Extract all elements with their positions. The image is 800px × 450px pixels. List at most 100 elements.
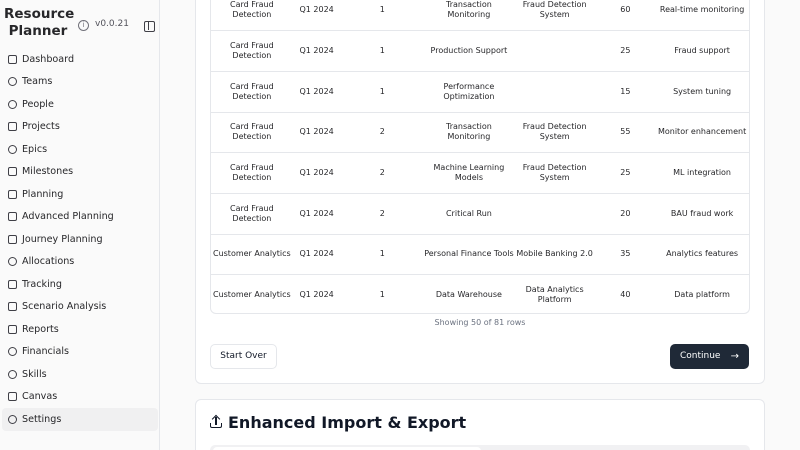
cell-quarter: Q1 2024 [299, 5, 334, 15]
cell-allocation: 55 [620, 127, 631, 137]
cell-system [514, 193, 596, 234]
sidebar-item-financials[interactable]: Financials [2, 341, 158, 364]
cell-system: Fraud Detection System [522, 0, 587, 20]
section-title: Enhanced Import & Export [228, 412, 467, 432]
cell-notes: Real-time monitoring [659, 5, 745, 15]
start-over-button[interactable]: Start Over [210, 344, 277, 369]
sidebar-collapse-icon[interactable] [144, 21, 155, 32]
continue-button[interactable]: Continue → [670, 344, 749, 369]
cell-allocation: 25 [620, 46, 631, 56]
cell-allocation: 15 [620, 86, 631, 96]
folder-icon [8, 122, 17, 132]
cell-project: Customer Analytics [212, 290, 291, 300]
cell-system [514, 31, 596, 72]
cell-quarter: Q1 2024 [299, 249, 334, 259]
continue-label: Continue [680, 351, 721, 361]
app-title: Resource Planner [4, 6, 75, 39]
cell-notes: Analytics features [666, 249, 739, 259]
branch-icon [8, 189, 17, 199]
sidebar-item-planning[interactable]: Planning [2, 183, 158, 206]
cell-system: Mobile Banking 2.0 [516, 249, 593, 259]
arrow-right-icon: → [730, 351, 739, 362]
cell-project: Card Fraud Detection [230, 0, 274, 20]
sidebar-item-label: Financials [22, 346, 70, 358]
cell-epic: Critical Run [445, 208, 492, 218]
activity-icon [8, 257, 17, 267]
cell-notes: System tuning [673, 86, 732, 96]
sidebar-item-label: Scenario Analysis [22, 301, 107, 313]
cell-iteration: 2 [379, 127, 385, 137]
target-icon [8, 144, 17, 154]
cell-epic: Transaction Monitoring [446, 122, 492, 142]
sidebar-item-label: Planning [22, 188, 64, 200]
cell-iteration: 1 [379, 86, 385, 96]
cell-epic: Personal Finance Tools [424, 249, 514, 259]
cell-project: Card Fraud Detection [230, 81, 274, 101]
bar-chart-icon [8, 324, 17, 334]
dollar-icon [8, 347, 17, 357]
info-icon[interactable]: i [78, 20, 89, 31]
cell-system: Fraud Detection System [522, 122, 587, 142]
cell-iteration: 2 [379, 168, 385, 178]
section-header: Enhanced Import & Export [210, 412, 466, 432]
table-row: Card Fraud Detection Q1 2024 2 Critical Run… [211, 193, 749, 235]
sidebar-item-people[interactable]: People [2, 93, 158, 116]
sidebar-item-label: Epics [22, 143, 48, 155]
cell-iteration: 1 [379, 46, 385, 56]
sidebar-item-skills[interactable]: Skills [2, 363, 158, 386]
sidebar-item-label: Journey Planning [22, 233, 103, 245]
sidebar-item-projects[interactable]: Projects [2, 116, 158, 139]
cell-allocation: 40 [620, 290, 631, 300]
sidebar-item-label: People [22, 98, 54, 110]
row-count-text: Showing 50 of 81 rows [434, 318, 526, 327]
sidebar-item-label: Tracking [22, 278, 62, 290]
cell-system: Fraud Detection System [522, 163, 587, 183]
cell-notes: Data platform [674, 290, 730, 300]
sidebar-item-advanced-planning[interactable]: Advanced Planning [2, 206, 158, 229]
sidebar-item-settings[interactable]: Settings [2, 408, 158, 431]
cell-project: Card Fraud Detection [230, 203, 274, 223]
cell-project: Card Fraud Detection [230, 163, 274, 183]
cell-iteration: 2 [379, 208, 385, 218]
sidebar-item-scenario-analysis[interactable]: Scenario Analysis [2, 296, 158, 319]
sidebar-item-journey-planning[interactable]: Journey Planning [2, 228, 158, 251]
sidebar-item-label: Reports [22, 323, 59, 335]
cell-quarter: Q1 2024 [299, 46, 334, 56]
cell-epic: Performance Optimization [443, 81, 495, 101]
cell-quarter: Q1 2024 [299, 127, 334, 137]
cell-notes: ML integration [673, 168, 732, 178]
cell-project: Customer Analytics [212, 249, 291, 259]
chart-icon [8, 279, 17, 289]
user-icon [8, 99, 17, 109]
sidebar-item-label: Projects [22, 121, 60, 133]
table-row: Customer Analytics Q1 2024 1 Data Warehouse… [211, 275, 749, 313]
sidebar-item-tracking[interactable]: Tracking [2, 273, 158, 296]
sidebar-item-label: Skills [22, 368, 47, 380]
table-row: Card Fraud Detection Q1 2024 1 Transaction … [211, 0, 749, 31]
table-row: Card Fraud Detection Q1 2024 2 Transaction … [211, 112, 749, 153]
sidebar-item-label: Milestones [22, 166, 74, 178]
cell-notes: Monitor enhancement [657, 127, 747, 137]
sidebar-item-milestones[interactable]: Milestones [2, 161, 158, 184]
cell-allocation: 60 [620, 5, 631, 15]
calendar-icon [8, 167, 17, 177]
users-icon [8, 77, 17, 87]
cell-epic: Production Support [430, 46, 508, 56]
preview-table: Card Fraud Detection Q1 2024 1 Transaction … [210, 0, 750, 314]
cell-epic: Transaction Monitoring [446, 0, 492, 20]
cell-system: Data Analytics Platform [525, 285, 584, 305]
sidebar-item-teams[interactable]: Teams [2, 71, 158, 94]
sidebar-item-epics[interactable]: Epics [2, 138, 158, 161]
dashboard-icon [8, 54, 17, 64]
network-icon [8, 392, 17, 402]
sidebar-item-reports[interactable]: Reports [2, 318, 158, 341]
cell-iteration: 1 [379, 5, 385, 15]
cell-quarter: Q1 2024 [299, 86, 334, 96]
cell-epic: Machine Learning Models [433, 163, 505, 183]
sidebar-item-canvas[interactable]: Canvas [2, 386, 158, 409]
sidebar-item-allocations[interactable]: Allocations [2, 251, 158, 274]
table-row: Card Fraud Detection Q1 2024 1 Production S… [211, 31, 749, 72]
sidebar-item-dashboard[interactable]: Dashboard [2, 48, 158, 71]
sidebar-item-label: Settings [22, 413, 62, 425]
cell-iteration: 1 [379, 249, 385, 259]
